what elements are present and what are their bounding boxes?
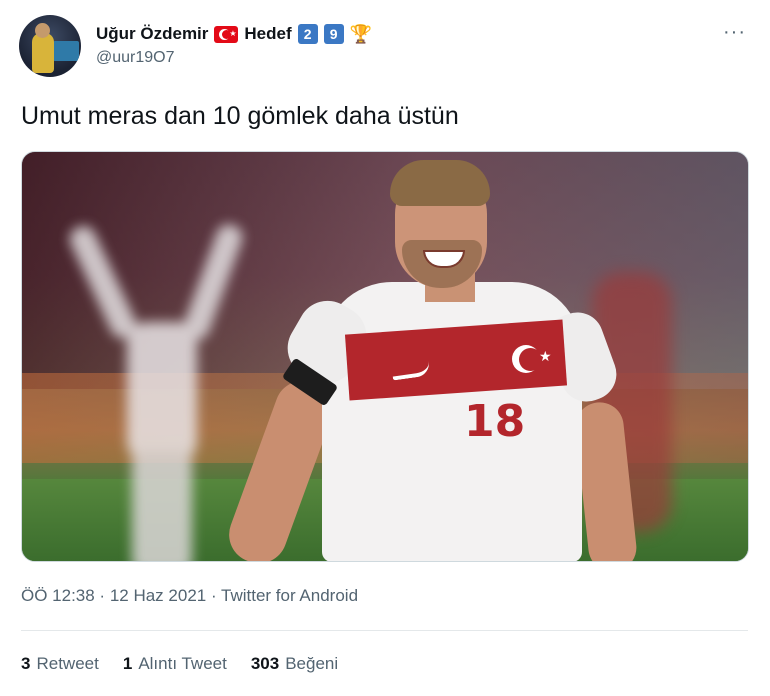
- trophy-icon: 🏆: [349, 24, 373, 44]
- photo-blurred-player: [65, 212, 246, 561]
- avatar-background-shape: [53, 41, 79, 61]
- tweet-photo[interactable]: ★ 18: [21, 151, 749, 562]
- quote-tweet-stat[interactable]: 1 Alıntı Tweet: [123, 654, 227, 674]
- retweet-stat[interactable]: 3 Retweet: [21, 654, 99, 674]
- like-count: 303: [250, 654, 280, 673]
- tweet-card: Uğur Özdemir ★ Hedef 2 9 🏆 @uur19O7 ··· …: [0, 0, 770, 696]
- avatar-head-shape: [35, 23, 50, 38]
- number-badge-icon: 9: [323, 24, 344, 44]
- display-name[interactable]: Uğur Özdemir: [96, 24, 208, 44]
- number-badge-icon: 2: [297, 24, 318, 44]
- turkey-flag-icon: ★: [214, 25, 239, 43]
- tweet-timestamp[interactable]: ÖÖ 12:38 · 12 Haz 2021 · Twitter for And…: [21, 586, 358, 606]
- player-hair: [390, 160, 490, 206]
- avatar-person-shape: [32, 33, 54, 73]
- hedef-label: Hedef: [244, 24, 292, 43]
- divider: [21, 630, 748, 631]
- quote-label: Alıntı Tweet: [138, 654, 227, 673]
- jersey-number: 18: [464, 396, 526, 447]
- jersey-star-icon: ★: [539, 348, 552, 364]
- tweet-text: Umut meras dan 10 gömlek daha üstün: [21, 102, 459, 130]
- user-name-row[interactable]: Uğur Özdemir ★ Hedef 2 9 🏆: [96, 22, 372, 46]
- more-options-icon[interactable]: ···: [723, 22, 746, 42]
- like-label: Beğeni: [285, 654, 339, 673]
- tweet-stats: 3 Retweet 1 Alıntı Tweet 303 Beğeni: [21, 654, 338, 674]
- player-right-arm: [573, 399, 639, 561]
- retweet-label: Retweet: [36, 654, 99, 673]
- quote-count: 1: [122, 654, 133, 673]
- like-stat[interactable]: 303 Beğeni: [251, 654, 338, 674]
- photo-main-player: ★ 18: [221, 152, 652, 561]
- avatar[interactable]: [19, 15, 81, 77]
- user-handle[interactable]: @uur19O7: [96, 49, 175, 67]
- retweet-count: 3: [21, 654, 31, 673]
